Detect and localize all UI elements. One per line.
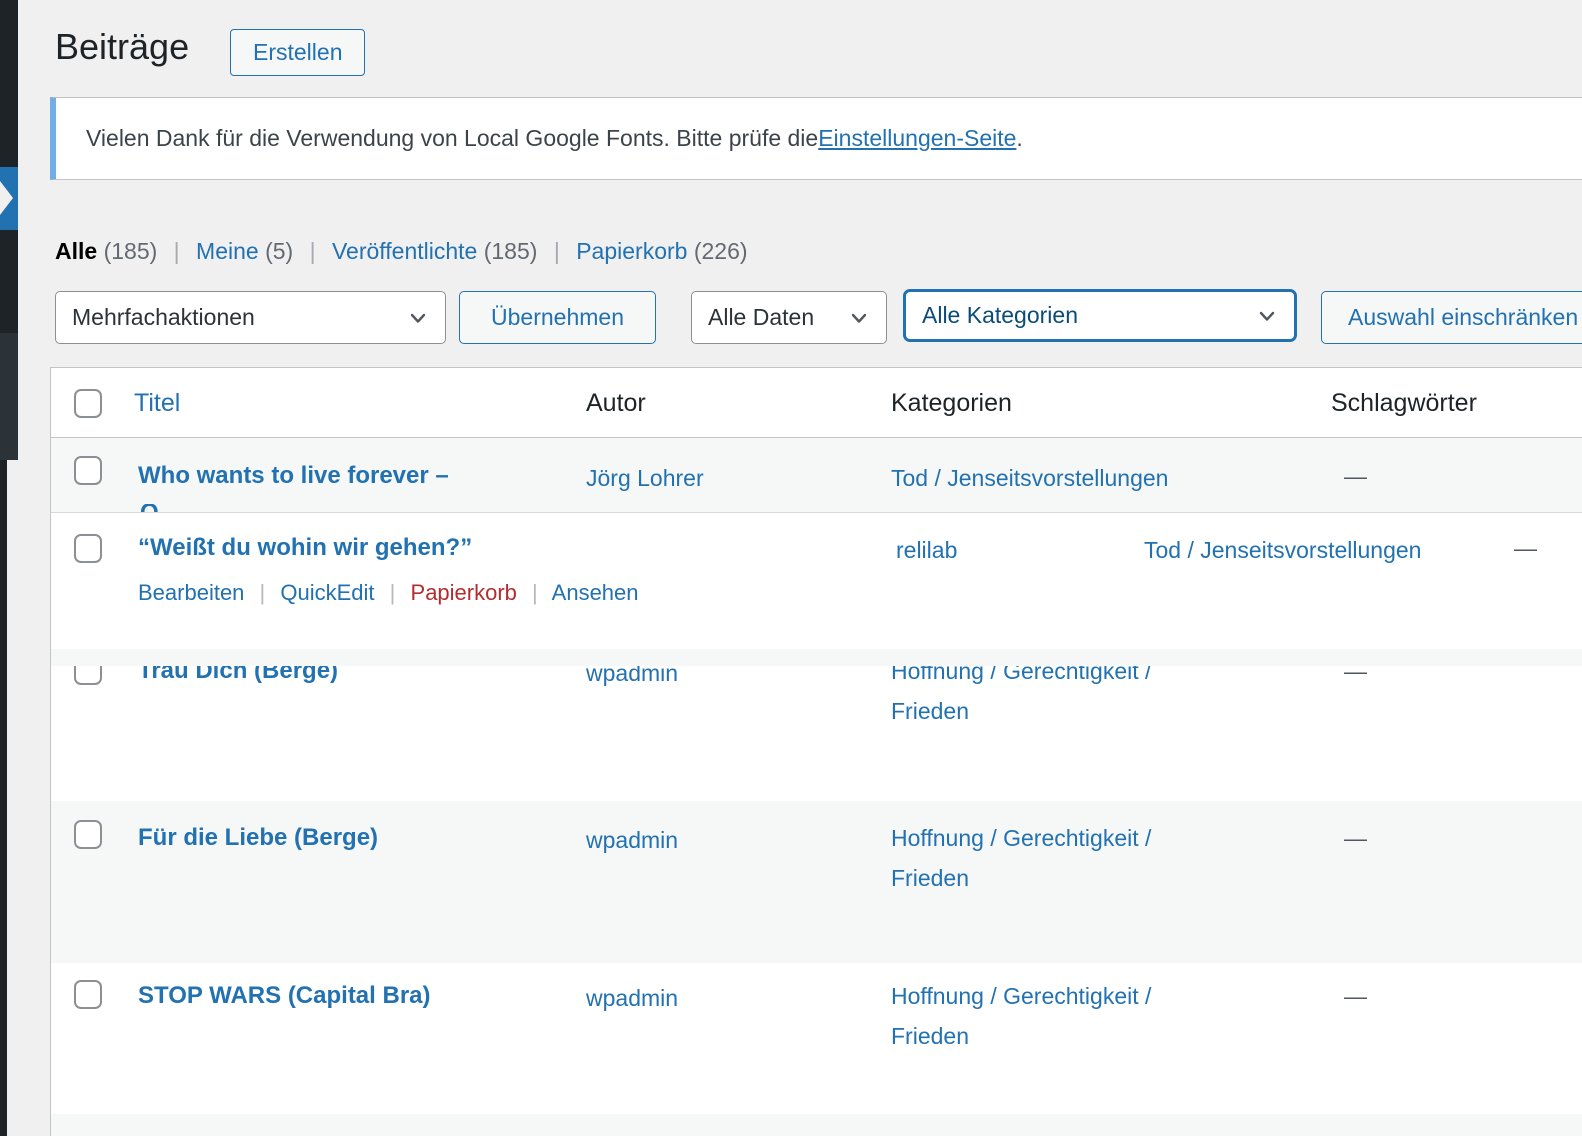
row-stripe-band — [51, 649, 1582, 666]
filter-button[interactable]: Auswahl einschränken — [1321, 291, 1582, 344]
filter-published[interactable]: Veröffentlichte — [332, 238, 477, 264]
column-categories: Kategorien — [891, 389, 1012, 418]
tags-empty: — — [1344, 983, 1367, 1010]
settings-page-link[interactable]: Einstellungen-Seite — [818, 125, 1016, 152]
column-tags: Schlagwörter — [1331, 389, 1477, 418]
admin-menu-sliver-lower — [0, 333, 18, 460]
bulk-actions-value: Mehrfachaktionen — [72, 304, 255, 331]
column-title[interactable]: Titel — [134, 389, 180, 418]
create-post-button[interactable]: Erstellen — [230, 29, 365, 76]
filter-mine-count: (5) — [265, 238, 293, 264]
filter-all-count: (185) — [104, 238, 158, 264]
view-action[interactable]: Ansehen — [552, 580, 639, 605]
category-filter-select[interactable]: Alle Kategorien — [903, 289, 1297, 342]
posts-table: Titel Autor Kategorien Schlagwörter Who … — [50, 367, 1582, 1136]
categories-link[interactable]: Frieden — [891, 1021, 969, 1051]
author-link[interactable]: wpadmin — [586, 825, 678, 855]
action-separator: | — [251, 580, 275, 605]
current-menu-arrow-icon — [0, 181, 13, 215]
author-link[interactable]: wpadmin — [586, 983, 678, 1013]
date-filter-value: Alle Daten — [708, 304, 814, 331]
row-checkbox[interactable] — [74, 456, 102, 485]
post-title-link[interactable]: “Weißt du wohin wir gehen?” — [138, 533, 472, 563]
filter-separator: | — [544, 238, 570, 264]
apply-button[interactable]: Übernehmen — [459, 291, 656, 344]
categories-link[interactable]: Tod / Jenseitsvorstellungen — [1144, 535, 1421, 565]
tags-empty: — — [1344, 463, 1367, 490]
tags-empty: — — [1514, 535, 1537, 562]
posts-list-page: Beiträge Erstellen Vielen Dank für die V… — [0, 0, 1582, 1136]
action-separator: | — [523, 580, 547, 605]
tags-empty: — — [1344, 825, 1367, 852]
select-all-checkbox[interactable] — [74, 389, 102, 418]
post-title-link[interactable]: Für die Liebe (Berge) — [138, 823, 378, 853]
row-checkbox[interactable] — [74, 980, 102, 1009]
filter-mine[interactable]: Meine — [196, 238, 259, 264]
filter-all[interactable]: Alle — [55, 238, 97, 264]
row-divider — [51, 512, 1582, 513]
quick-edit-action[interactable]: QuickEdit — [280, 580, 374, 605]
filter-separator: | — [164, 238, 190, 264]
row-checkbox[interactable] — [74, 534, 102, 563]
categories-link[interactable]: Frieden — [891, 863, 969, 893]
categories-link[interactable]: Tod / Jenseitsvorstellungen — [891, 463, 1168, 493]
filter-trash-count: (226) — [694, 238, 748, 264]
notice-text: Vielen Dank für die Verwendung von Local… — [86, 125, 818, 152]
action-separator: | — [381, 580, 405, 605]
categories-link[interactable]: Frieden — [891, 696, 969, 726]
chevron-down-icon — [407, 307, 429, 329]
table-row — [51, 666, 1582, 801]
author-link[interactable]: Jörg Lohrer — [586, 463, 704, 493]
categories-link[interactable]: Hoffnung / Gerechtigkeit / — [891, 823, 1151, 853]
status-filters: Alle (185) | Meine (5) | Veröffentlichte… — [55, 238, 748, 265]
filter-trash[interactable]: Papierkorb — [576, 238, 687, 264]
date-filter-select[interactable]: Alle Daten — [691, 291, 887, 344]
trash-action[interactable]: Papierkorb — [411, 580, 517, 605]
chevron-down-icon — [1256, 305, 1278, 327]
filter-separator: | — [300, 238, 326, 264]
column-author: Autor — [586, 389, 646, 418]
post-title-link[interactable]: STOP WARS (Capital Bra) — [138, 981, 431, 1011]
author-link[interactable]: relilab — [896, 535, 957, 565]
categories-link[interactable]: Hoffnung / Gerechtigkeit / — [891, 981, 1151, 1011]
page-title: Beiträge — [55, 26, 189, 68]
admin-menu-edge — [0, 460, 7, 1136]
row-checkbox[interactable] — [74, 820, 102, 849]
chevron-down-icon — [848, 307, 870, 329]
row-stripe-band — [51, 1114, 1582, 1136]
bulk-actions-select[interactable]: Mehrfachaktionen — [55, 291, 446, 344]
category-filter-value: Alle Kategorien — [922, 302, 1078, 329]
notice-suffix: . — [1016, 125, 1022, 152]
edit-action[interactable]: Bearbeiten — [138, 580, 244, 605]
notice-banner: Vielen Dank für die Verwendung von Local… — [50, 97, 1582, 180]
row-actions: Bearbeiten | QuickEdit | Papierkorb | An… — [138, 580, 639, 606]
post-title-link[interactable]: Who wants to live forever – — [138, 461, 449, 491]
filter-published-count: (185) — [484, 238, 538, 264]
